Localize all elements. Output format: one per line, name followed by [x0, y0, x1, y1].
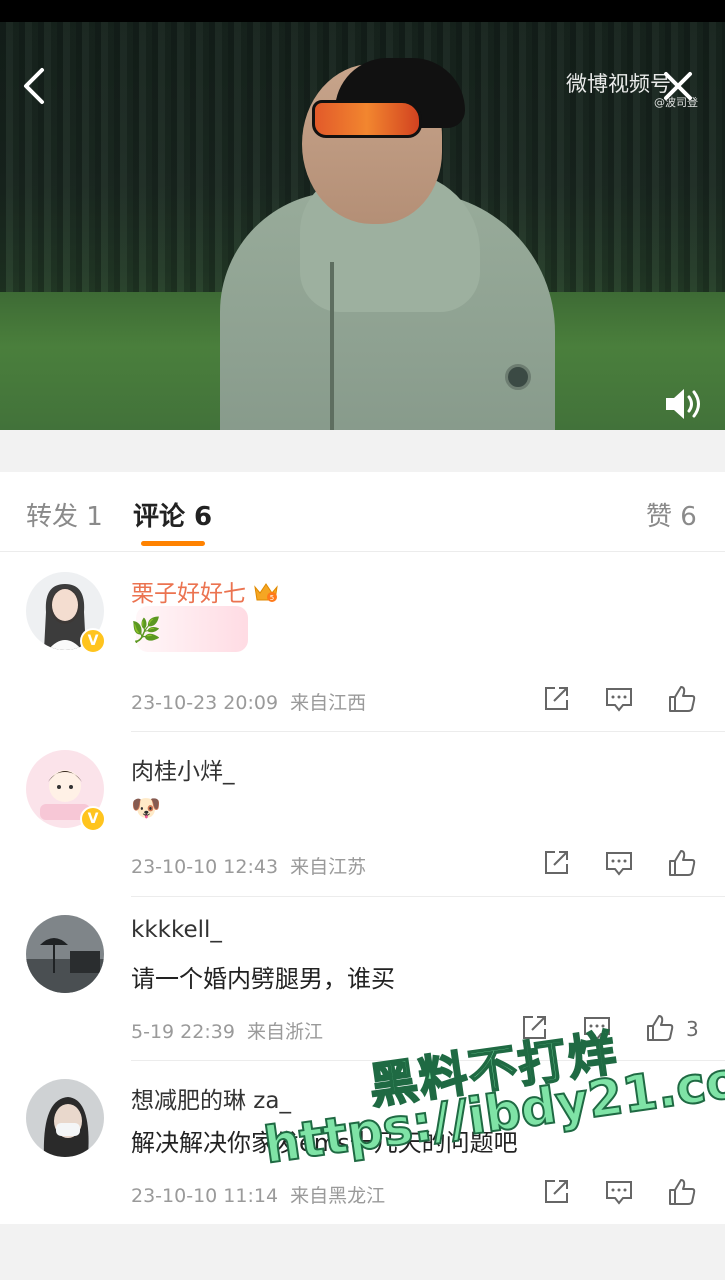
like-button[interactable]	[667, 848, 697, 878]
comment-item: kkkkell_ 请一个婚内劈腿男，谁买 5-19 22:39 来自浙江 3	[0, 897, 725, 1061]
comment-text: 🌿	[131, 616, 161, 644]
close-icon	[664, 72, 692, 100]
comment-location: 来自浙江	[247, 1021, 324, 1043]
comment-username[interactable]: kkkkell_	[131, 917, 222, 943]
volume-icon	[666, 389, 700, 419]
share-icon	[545, 851, 568, 874]
volume-button[interactable]	[662, 384, 704, 424]
tab-active-indicator	[141, 541, 205, 546]
comment-username[interactable]: 想减肥的琳 za_	[131, 1081, 291, 1115]
comment-meta: 23-10-10 12:43 来自江苏	[131, 852, 366, 879]
like-button[interactable]	[645, 1013, 675, 1043]
close-button[interactable]	[658, 66, 698, 106]
comment-time: 23-10-10 11:14	[131, 1185, 279, 1207]
crown-icon: 5	[254, 583, 278, 602]
video-person-zipper	[330, 262, 334, 430]
thumbs-up-icon	[669, 1179, 696, 1205]
comment-time: 23-10-10 12:43	[131, 856, 279, 878]
comment-icon	[606, 1181, 632, 1205]
reply-button[interactable]	[604, 848, 634, 878]
like-button[interactable]	[667, 684, 697, 714]
avatar-image	[26, 915, 104, 993]
comment-item: V 栗子好好七 5 🌿 23-10-23 20:09 来自江西	[0, 554, 725, 732]
comment-icon	[606, 688, 632, 712]
share-icon	[545, 1180, 568, 1203]
comment-username[interactable]: 肉桂小烊_	[131, 752, 235, 786]
share-icon	[545, 687, 568, 710]
tab-likes[interactable]: 赞 6	[646, 496, 697, 533]
like-button[interactable]	[667, 1177, 697, 1207]
share-button[interactable]	[541, 848, 571, 878]
username-text: 栗子好好七	[131, 581, 246, 607]
comment-text: 🐶	[131, 794, 161, 822]
tab-comments[interactable]: 评论 6	[133, 496, 212, 533]
svg-text:5: 5	[270, 594, 274, 602]
thumbs-up-icon	[647, 1015, 674, 1041]
tab-bar: 转发 1 评论 6 赞 6	[0, 472, 725, 552]
share-button[interactable]	[541, 1177, 571, 1207]
verified-badge: V	[80, 806, 106, 832]
comment-icon	[606, 852, 632, 876]
reply-button[interactable]	[604, 684, 634, 714]
verified-badge: V	[80, 628, 106, 654]
like-count: 3	[686, 1017, 699, 1041]
comment-meta: 5-19 22:39 来自浙江	[131, 1017, 323, 1044]
share-button[interactable]	[541, 684, 571, 714]
comment-item: V 肉桂小烊_ 🐶 23-10-10 12:43 来自江苏	[0, 732, 725, 897]
comment-username[interactable]: 栗子好好七 5	[131, 574, 280, 608]
video-jacket-logo	[505, 364, 531, 390]
video-player[interactable]: 微博视频号 @波司登	[0, 22, 725, 430]
avatar-image	[26, 1079, 104, 1157]
tab-repost[interactable]: 转发 1	[26, 496, 103, 533]
comment-location: 来自江西	[290, 692, 367, 714]
avatar[interactable]	[26, 915, 104, 993]
video-person-sunglasses	[312, 100, 422, 138]
comment-location: 来自黑龙江	[290, 1185, 386, 1207]
thumbs-up-icon	[669, 686, 696, 712]
comment-meta: 23-10-23 20:09 来自江西	[131, 688, 366, 715]
comment-text: 请一个婚内劈腿男，谁买	[131, 965, 395, 993]
bottom-spacer	[0, 1224, 725, 1280]
comment-time: 23-10-23 20:09	[131, 692, 279, 714]
avatar[interactable]	[26, 1079, 104, 1157]
comment-time: 5-19 22:39	[131, 1021, 235, 1043]
status-bar	[0, 0, 725, 22]
back-button[interactable]	[18, 66, 54, 106]
comment-location: 来自江苏	[290, 856, 367, 878]
thumbs-up-icon	[669, 850, 696, 876]
chevron-left-icon	[24, 68, 44, 104]
comment-meta: 23-10-10 11:14 来自黑龙江	[131, 1181, 385, 1208]
reply-button[interactable]	[604, 1177, 634, 1207]
